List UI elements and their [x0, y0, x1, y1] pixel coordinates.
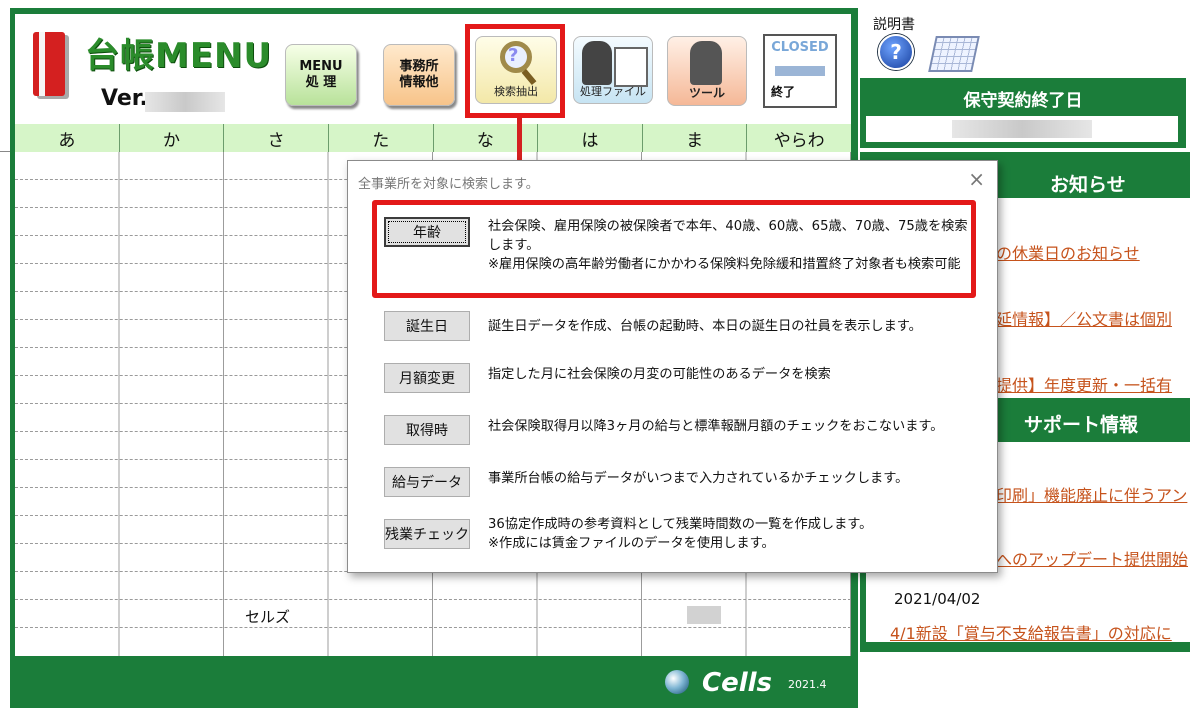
- office-label-2: 情報他: [399, 75, 439, 90]
- notice-link[interactable]: 延情報】／公文書は個別: [996, 306, 1172, 330]
- redacted-cell: [687, 606, 721, 624]
- footer-bar: Cells 2021.4: [10, 656, 858, 708]
- menu-label-1: MENU: [299, 59, 343, 74]
- process-file-button[interactable]: 処理ファイル: [573, 36, 653, 104]
- support-link[interactable]: へのアップデート提供開始: [996, 546, 1188, 570]
- office-name-cell[interactable]: セルズ: [245, 606, 290, 627]
- closed-title: CLOSED: [771, 40, 829, 55]
- contract-date-box: [866, 116, 1178, 142]
- grid-line: [15, 599, 851, 600]
- app-title: 台帳MENU: [85, 36, 273, 76]
- ledger-book-icon: [33, 32, 65, 96]
- tab-ka[interactable]: か: [120, 124, 225, 152]
- salary-data-description: 事業所台帳の給与データがいつまで入力されているかチェックします。: [488, 471, 909, 486]
- tool-label: ツール: [688, 86, 725, 100]
- help-icon[interactable]: ?: [878, 34, 914, 70]
- acquisition-button[interactable]: 取得時: [384, 415, 470, 445]
- tab-a[interactable]: あ: [15, 124, 120, 152]
- monthly-change-description: 指定した月に社会保険の月変の可能性のあるデータを検索: [488, 367, 831, 382]
- support-title: サポート情報: [1024, 414, 1139, 436]
- search-extract-button[interactable]: ? 検索抽出: [475, 36, 557, 104]
- version-label: Ver.: [101, 86, 148, 111]
- tool-button[interactable]: ツール: [667, 36, 747, 106]
- tab-na[interactable]: な: [434, 124, 539, 152]
- tab-ta[interactable]: た: [329, 124, 434, 152]
- tab-sa[interactable]: さ: [224, 124, 329, 152]
- notice-link[interactable]: 提供】年度更新・一括有: [996, 372, 1172, 396]
- closed-exit-icon: [775, 66, 825, 76]
- search-extract-label: 検索抽出: [494, 85, 538, 98]
- calendar-icon[interactable]: [928, 36, 980, 72]
- process-file-label: 処理ファイル: [580, 85, 646, 98]
- support-link[interactable]: 印刷」機能廃止に伴うアン: [996, 482, 1187, 506]
- exit-button[interactable]: CLOSED 終了: [763, 34, 837, 108]
- redacted-date: [952, 120, 1092, 138]
- overtime-description: 36協定作成時の参考資料として残業時間数の一覧を作成します。 ※作成には賃金ファ…: [488, 517, 873, 551]
- contract-header: 保守契約終了日: [963, 91, 1083, 111]
- tab-ha[interactable]: は: [538, 124, 643, 152]
- tab-yarawa[interactable]: やらわ: [747, 124, 851, 152]
- support-link[interactable]: 4/1新設「賞与不支給報告書」の対応に: [890, 620, 1172, 644]
- tool-icon: [690, 41, 722, 85]
- birthday-description: 誕生日データを作成、台帳の起動時、本日の誕生日の社員を表示します。: [488, 319, 922, 334]
- menu-label-2: 処 理: [305, 75, 337, 90]
- kana-tabs: あ か さ た な は ま やらわ: [15, 124, 851, 152]
- office-info-button[interactable]: 事務所 情報他: [383, 44, 455, 106]
- notice-link[interactable]: の休業日のお知らせ: [996, 240, 1140, 264]
- contract-end-panel: 保守契約終了日: [860, 78, 1186, 148]
- brand-logo: Cells: [702, 668, 773, 698]
- exit-label: 終了: [771, 85, 796, 99]
- redacted-version: [145, 92, 225, 112]
- overtime-check-button[interactable]: 残業チェック: [384, 519, 470, 549]
- age-row-highlight: [372, 200, 976, 298]
- manual-label: 説明書: [873, 17, 915, 33]
- book-icon: [614, 47, 648, 87]
- monthly-change-button[interactable]: 月額変更: [384, 363, 470, 393]
- process-file-icon: [582, 41, 612, 85]
- tab-ma[interactable]: ま: [643, 124, 748, 152]
- salary-data-button[interactable]: 給与データ: [384, 467, 470, 497]
- close-icon[interactable]: ×: [968, 167, 985, 191]
- notice-title: お知らせ: [1050, 174, 1126, 196]
- question-mark: ?: [508, 45, 519, 66]
- acquisition-description: 社会保険取得月以降3ヶ月の給与と標準報酬月額のチェックをおこないます。: [488, 419, 944, 434]
- menu-process-button[interactable]: MENU 処 理: [285, 44, 357, 106]
- birthday-button[interactable]: 誕生日: [384, 311, 470, 341]
- office-label-1: 事務所: [399, 59, 439, 74]
- support-date: 2021/04/02: [894, 590, 981, 608]
- footer-version: 2021.4: [788, 678, 827, 691]
- grid-line: [15, 627, 851, 628]
- globe-icon: [665, 670, 689, 694]
- dialog-title: 全事業所を対象に検索します。: [358, 177, 539, 192]
- toolbar: 台帳MENU Ver. MENU 処 理 事務所 情報他 ? 検索抽出 処理ファイル…: [15, 14, 851, 124]
